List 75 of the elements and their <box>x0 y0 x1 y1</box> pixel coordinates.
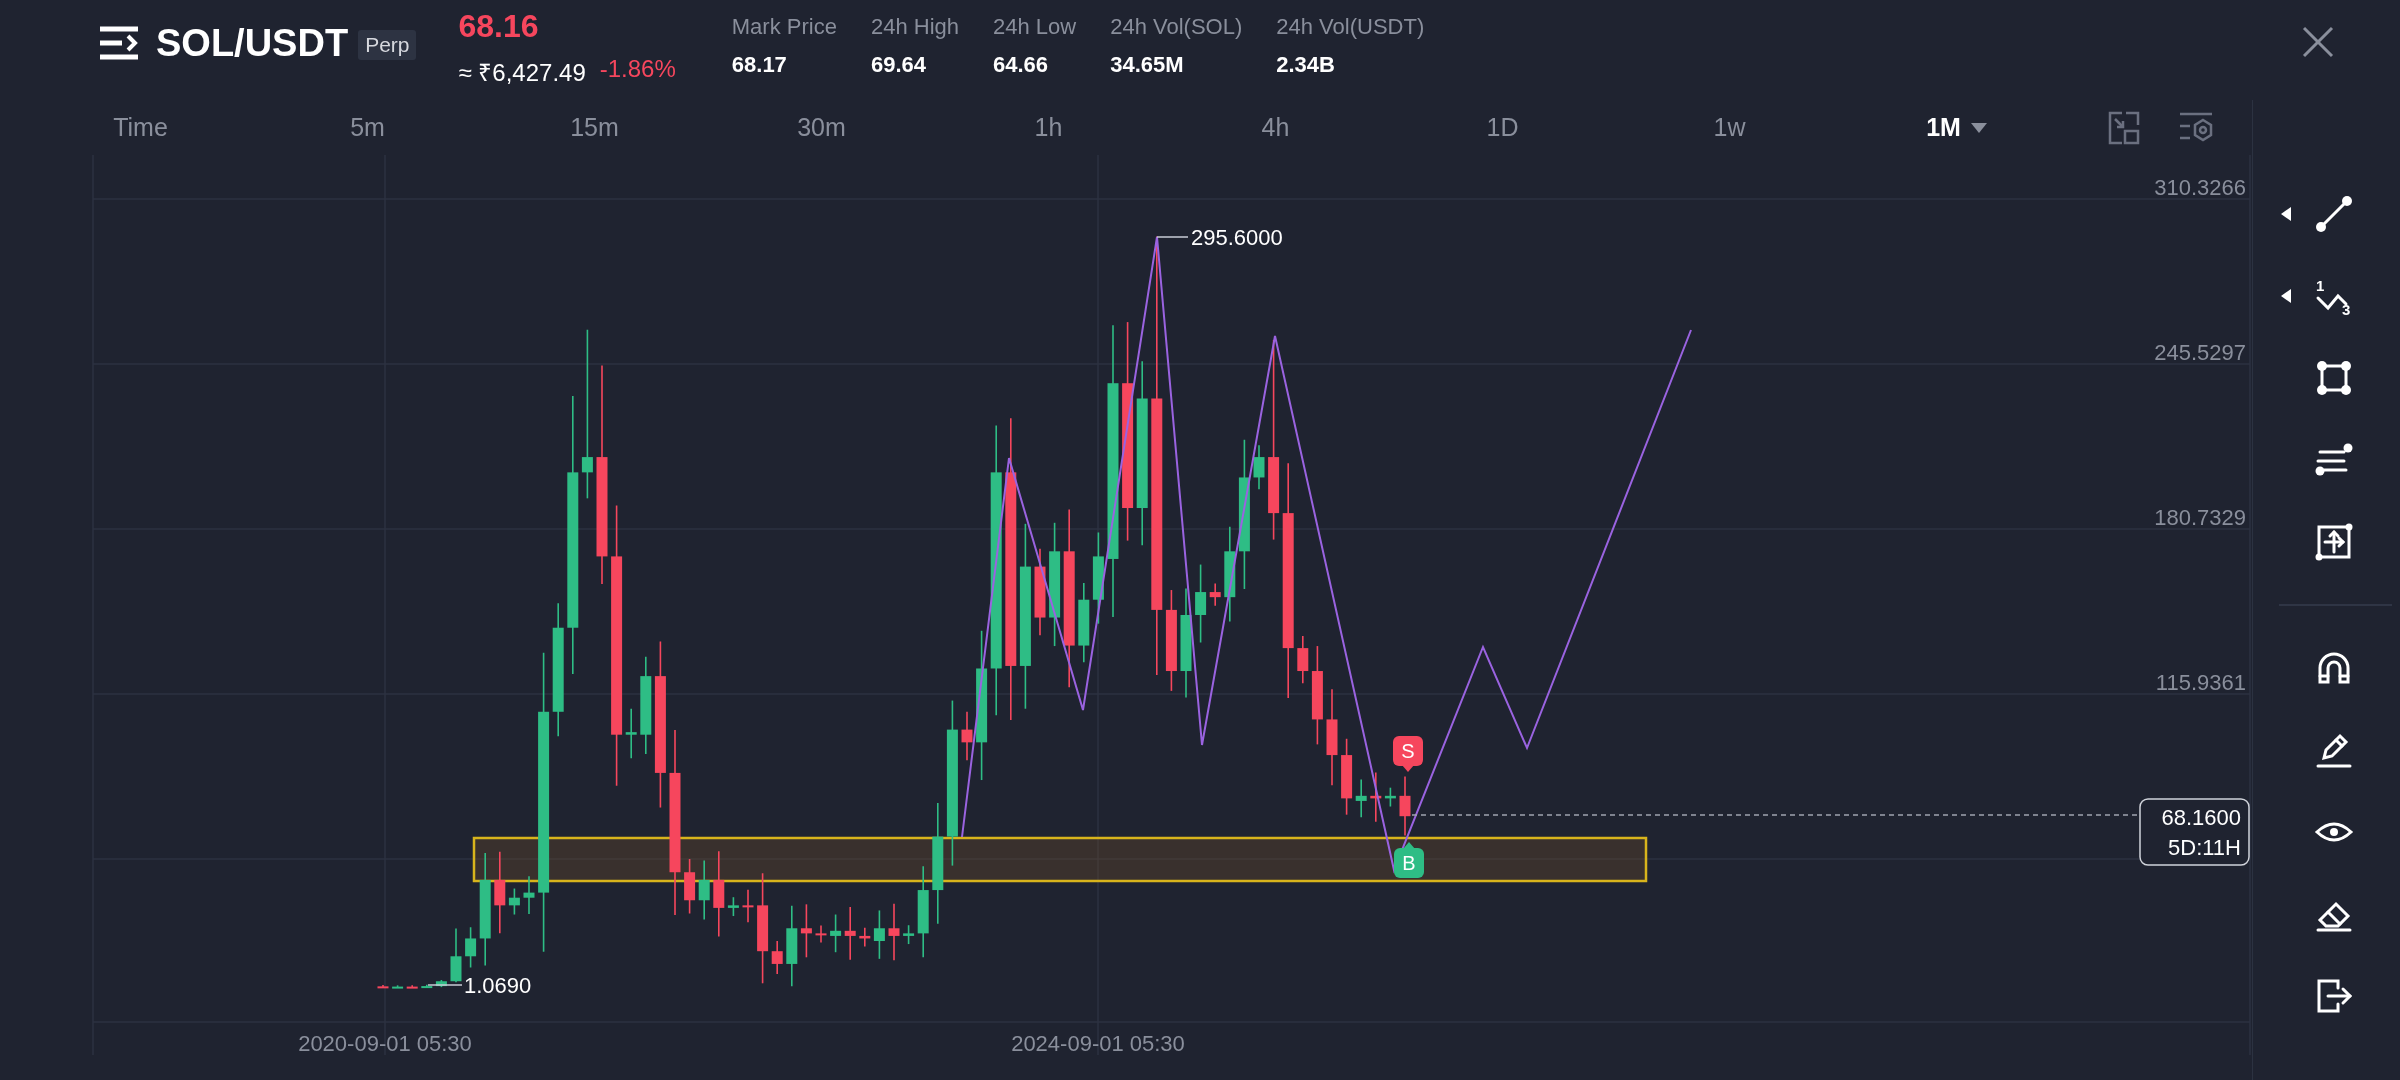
fiat-price: ≈ ₹6,427.49 <box>458 58 586 88</box>
last-price: 68.16 <box>458 8 540 45</box>
candle <box>903 924 915 945</box>
timeframe-tab[interactable]: 1h <box>935 113 1162 142</box>
stat-value: 69.64 <box>870 52 927 78</box>
time-axis-label: 2020-09-01 05:30 <box>298 1031 472 1056</box>
timeframe-tab[interactable]: 5m <box>254 113 481 142</box>
candle <box>435 979 447 988</box>
timeframe-tab[interactable]: 15m <box>481 113 708 142</box>
price-axis-label: 115.9361 <box>2155 670 2246 695</box>
measure-box-icon[interactable] <box>2314 522 2354 562</box>
menu-icon[interactable] <box>100 26 138 60</box>
price-axis-label: 245.5297 <box>2154 340 2246 365</box>
stat-value: 64.66 <box>993 52 1050 78</box>
stat-label: Mark Price <box>731 14 837 40</box>
candle <box>684 858 696 915</box>
candle <box>1297 635 1309 685</box>
countdown-label: 5D:11H <box>2168 835 2241 860</box>
candle <box>961 711 973 761</box>
timeframe-tab[interactable]: Time <box>27 113 254 142</box>
candle <box>465 926 477 969</box>
candle <box>625 707 637 759</box>
stat-label: 24h Vol(SOL) <box>1110 14 1243 40</box>
low-price-label: 1.0690 <box>464 973 532 998</box>
candle <box>421 984 433 989</box>
stat-label: 24h Vol(USDT) <box>1276 14 1425 40</box>
line-tool-icon[interactable] <box>2314 194 2354 234</box>
candle <box>742 889 754 923</box>
stat-value: 2.34B <box>1276 52 1336 78</box>
symbol-title: SOL/USDT <box>156 22 349 65</box>
current-price-label: 68.1600 <box>2161 805 2241 830</box>
resize-icon[interactable] <box>2108 110 2140 145</box>
candle <box>450 927 462 984</box>
timeframe-tab[interactable]: 1D <box>1389 113 1616 142</box>
candle <box>523 875 535 915</box>
price-axis-label: 180.7329 <box>2154 505 2246 530</box>
candle <box>844 906 856 961</box>
candle <box>377 984 389 989</box>
timeframe-tab[interactable]: 30m <box>708 113 935 142</box>
perp-badge: Perp <box>358 30 417 60</box>
stat-label: 24h High <box>870 14 959 40</box>
candle <box>771 940 783 975</box>
candle <box>1399 775 1411 837</box>
candle <box>1253 444 1265 490</box>
rectangle-tool-icon[interactable] <box>2314 358 2354 398</box>
stat-label: 24h Low <box>993 14 1077 40</box>
candle <box>508 887 520 916</box>
candle <box>873 909 885 960</box>
candle <box>1370 771 1382 823</box>
leader-line <box>1156 236 1189 238</box>
leader-line <box>427 984 463 986</box>
candle <box>392 984 404 989</box>
candle <box>859 926 871 948</box>
candle <box>727 896 739 917</box>
candle <box>888 903 900 962</box>
stat-value: 34.65M <box>1110 52 1185 78</box>
stat-value: 68.17 <box>731 52 788 78</box>
timeframe-tab[interactable]: 1M <box>1843 113 2070 142</box>
price-axis-label: 310.3266 <box>2154 175 2246 200</box>
candle <box>698 859 710 921</box>
candle <box>830 913 842 953</box>
time-axis-label: 2024-09-01 05:30 <box>1011 1031 1185 1056</box>
submenu-caret-icon[interactable] <box>2281 289 2291 303</box>
candle <box>1355 778 1367 818</box>
timeframe-tab[interactable]: 4h <box>1162 113 1389 142</box>
price-change: -1.86% <box>599 55 676 84</box>
candle <box>406 984 418 989</box>
candle <box>1384 786 1396 808</box>
close-icon[interactable] <box>2302 26 2334 58</box>
candle <box>1209 582 1221 607</box>
timeframe-tab[interactable]: 1w <box>1616 113 1843 142</box>
candle <box>815 924 827 944</box>
submenu-caret-icon[interactable] <box>2281 207 2291 221</box>
candle <box>800 903 812 959</box>
high-price-label: 295.6000 <box>1191 225 1283 250</box>
